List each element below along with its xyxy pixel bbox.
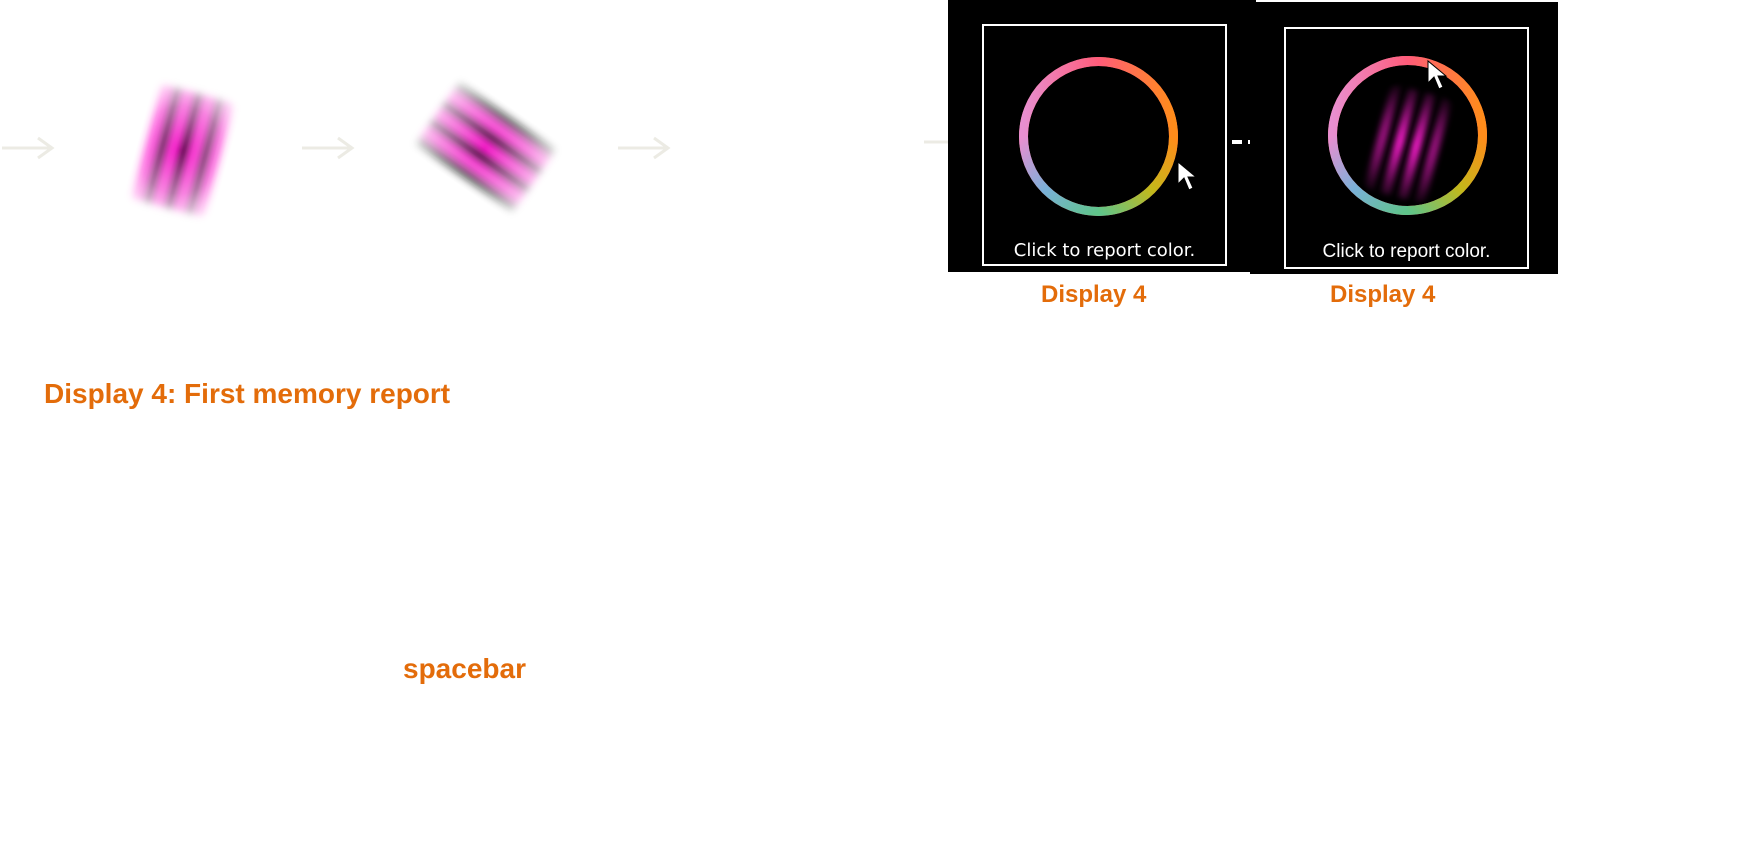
display-label-1: Display 4	[1041, 281, 1147, 308]
color-wheel-icon[interactable]	[1325, 53, 1490, 218]
report-prompt: Click to report color.	[1322, 241, 1491, 262]
display-panel-2: Click to report color.	[1250, 2, 1558, 274]
display-label-2: Display 4	[1330, 281, 1436, 308]
sequence-arrow-3	[618, 136, 671, 160]
gabor-stimulus-2	[414, 80, 558, 213]
report-prompt: Click to report color.	[1013, 240, 1196, 261]
section-title: Display 4: First memory report	[44, 378, 451, 409]
sequence-arrow-2	[302, 136, 355, 160]
display-panel-1: Click to report color.	[948, 0, 1256, 272]
display-screen-1: Click to report color.	[982, 24, 1227, 266]
gabor-stimulus-1	[130, 82, 236, 219]
spacebar-label: spacebar	[403, 653, 526, 684]
mouse-pointer-icon	[1427, 59, 1448, 90]
color-wheel-icon[interactable]	[1016, 54, 1181, 219]
display-screen-2: Click to report color.	[1284, 27, 1529, 269]
sequence-arrow-1	[2, 136, 55, 160]
mouse-pointer-icon	[1177, 160, 1198, 191]
